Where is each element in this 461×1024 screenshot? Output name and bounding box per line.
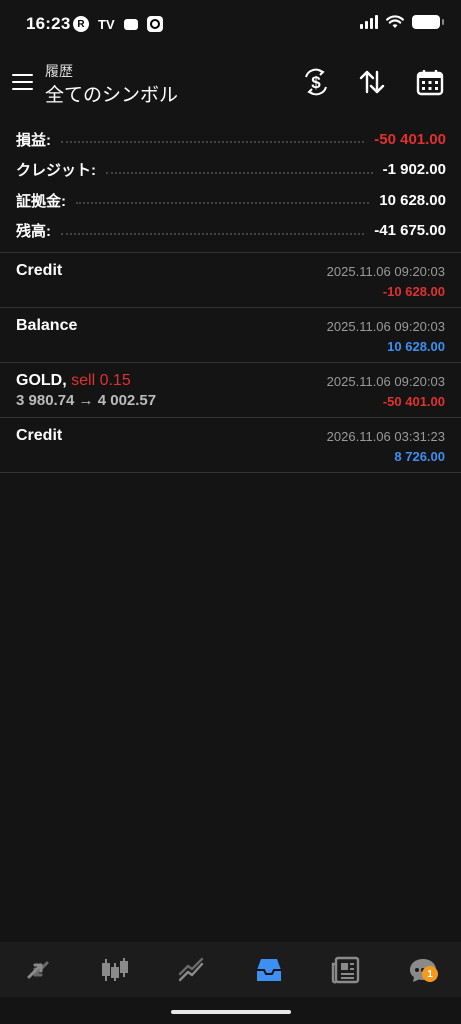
deal-date: 2026.11.06 03:31:23: [326, 429, 445, 444]
summary-label: 残高:: [16, 223, 51, 241]
menu-button[interactable]: [12, 74, 33, 90]
deal-amount: 8 726.00: [394, 449, 445, 464]
deal-name: Credit: [16, 427, 63, 444]
deal-name: Credit: [16, 262, 63, 279]
deal-name: Balance: [16, 317, 78, 334]
list-item[interactable]: Credit 2025.11.06 09:20:03 -10 628.00: [0, 253, 461, 308]
deal-amount: 10 628.00: [387, 339, 445, 354]
wifi-icon: [386, 15, 404, 28]
summary-value: 10 628.00: [379, 191, 446, 209]
dotted-leader: [106, 171, 373, 174]
wallet-icon: [123, 18, 138, 30]
summary-label: 証拠金:: [16, 192, 66, 210]
deal-side: sell 0.15: [71, 372, 131, 389]
nav-chart[interactable]: [77, 942, 154, 997]
list-item[interactable]: Balance 2025.11.06 09:20:03 10 628.00: [0, 308, 461, 363]
calendar-button[interactable]: [415, 67, 445, 97]
list-item[interactable]: GOLD, sell 0.15 3 980.74 → 4 002.57 2025…: [0, 363, 461, 418]
home-indicator[interactable]: [171, 1010, 291, 1014]
list-item[interactable]: Credit 2026.11.06 03:31:23 8 726.00: [0, 418, 461, 473]
history-icon: [256, 958, 281, 981]
summary-label: 損益:: [16, 131, 51, 149]
summary-row-credit: クレジット: -1 902.00: [0, 155, 461, 186]
deal-date: 2025.11.06 09:20:03: [326, 264, 445, 279]
deal-amount: -50 401.00: [382, 394, 445, 409]
nav-quotes[interactable]: [0, 942, 77, 997]
header-title[interactable]: 全てのシンボル: [45, 80, 178, 107]
cellular-signal-icon: [360, 15, 378, 29]
svg-text:$: $: [311, 73, 321, 92]
nav-chat[interactable]: 1: [384, 942, 461, 997]
summary-label: クレジット:: [16, 162, 96, 180]
summary-value: -41 675.00: [374, 222, 446, 240]
deal-name: GOLD, sell 0.15: [16, 372, 131, 389]
dotted-leader: [61, 232, 365, 235]
currency-exchange-button[interactable]: $: [301, 67, 331, 97]
deal-price: 3 980.74 → 4 002.57: [16, 392, 157, 409]
battery-icon: [412, 15, 444, 29]
currency-exchange-icon: $: [305, 68, 327, 96]
nav-trade[interactable]: [154, 942, 231, 997]
bottom-navigation: 1: [0, 942, 461, 997]
sort-button[interactable]: [357, 67, 387, 97]
app-header: 履歴 全てのシンボル $: [0, 58, 461, 108]
deal-date: 2025.11.06 09:20:03: [326, 374, 445, 389]
chart-icon: [102, 957, 129, 981]
summary-value: -1 902.00: [382, 161, 446, 179]
deal-date: 2025.11.06 09:20:03: [326, 319, 445, 334]
camera-icon: [146, 16, 163, 32]
dotted-leader: [61, 141, 365, 144]
summary-panel: 損益: -50 401.00 クレジット: -1 902.00 証拠金: 10 …: [0, 124, 461, 246]
r-app-icon: R: [73, 16, 89, 32]
summary-row-balance: 残高: -41 675.00: [0, 216, 461, 247]
summary-value: -50 401.00: [374, 130, 446, 148]
header-subtitle: 履歴: [45, 63, 73, 79]
summary-row-margin: 証拠金: 10 628.00: [0, 185, 461, 216]
trade-icon: [178, 957, 204, 981]
summary-row-profit: 損益: -50 401.00: [0, 124, 461, 155]
dotted-leader: [76, 202, 370, 205]
status-time: 16:23: [26, 14, 71, 33]
deal-amount: -10 628.00: [382, 284, 445, 299]
status-bar: 16:23 R TV: [0, 0, 461, 52]
nav-news[interactable]: [307, 942, 384, 997]
nav-history[interactable]: [230, 942, 307, 997]
history-list: Credit 2025.11.06 09:20:03 -10 628.00 Ba…: [0, 252, 461, 473]
tradingview-icon: TV: [98, 16, 115, 32]
quotes-icon: [27, 961, 49, 978]
chat-badge: 1: [421, 966, 438, 982]
calendar-icon: [416, 70, 444, 96]
news-icon: [331, 956, 359, 983]
sort-icon: [359, 70, 385, 94]
